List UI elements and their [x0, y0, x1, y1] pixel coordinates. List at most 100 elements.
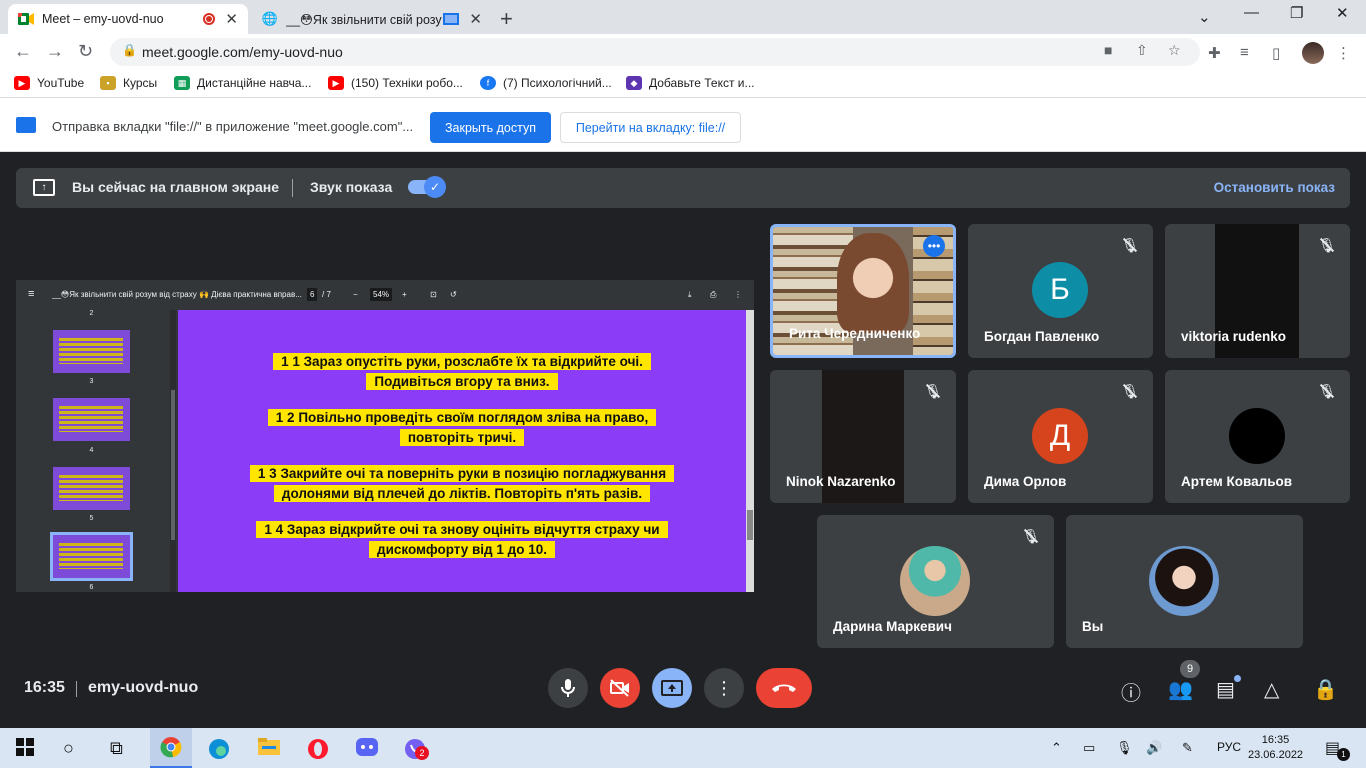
camera-button[interactable] — [600, 668, 640, 708]
show-hidden-icons[interactable]: ⌃ — [1051, 740, 1062, 756]
windows-start-icon[interactable] — [16, 738, 34, 761]
people-icon[interactable]: 👥 — [1168, 677, 1193, 702]
audio-toggle[interactable]: ✓ — [408, 176, 446, 198]
info-icon[interactable]: ⓘ — [1121, 677, 1141, 706]
windows-taskbar: ○ ⧉ 2 ⌃ ▭ 🎙 🔊 ✎ РУС 16:35 23.06.2022 ▤ 1 — [0, 728, 1366, 768]
close-window-button[interactable]: ✕ — [1336, 4, 1349, 22]
close-tab-icon[interactable]: ✕ — [469, 10, 482, 28]
pdf-page: 1 1 Зараз опустіть руки, розслабте їх та… — [178, 310, 746, 592]
battery-icon[interactable]: ▭ — [1083, 740, 1095, 756]
close-tab-icon[interactable]: ✕ — [225, 10, 238, 28]
fit-page-icon[interactable]: ⊡ — [430, 290, 437, 299]
stop-sharing-button[interactable]: Закрыть доступ — [430, 112, 551, 143]
host-controls-icon[interactable]: 🔒 — [1313, 677, 1338, 702]
tab-pdf[interactable]: 🌐 __😳Як звільнити свій розу ✕ — [252, 4, 492, 34]
bookmark-distance[interactable]: ▦ Дистанційне навча... — [174, 76, 311, 90]
zoom-input[interactable]: 54% — [370, 288, 393, 301]
participant-tile[interactable]: 🎙 Дарина Маркевич — [817, 515, 1054, 648]
thumb-label: 4 — [89, 447, 94, 454]
menu-icon[interactable]: ⋮ — [1336, 44, 1351, 62]
participant-tile[interactable]: 🎙 Д Дима Орлов — [968, 370, 1153, 503]
pen-icon[interactable]: ✎ — [1182, 740, 1193, 756]
rotate-icon[interactable]: ↺ — [450, 290, 457, 299]
participant-name: Ninok Nazarenko — [786, 474, 896, 489]
pdf-toolbar: ≡ __😳Як звільнити свій розум від страху … — [16, 280, 754, 310]
share-icon[interactable]: ⇧ — [1136, 42, 1148, 59]
page-input[interactable]: 6 — [307, 288, 318, 301]
youtube-icon: ▶ — [14, 76, 30, 90]
microphone-button[interactable] — [548, 668, 588, 708]
forward-icon[interactable]: → — [46, 41, 64, 62]
mic-tray-icon[interactable]: 🎙 — [1116, 740, 1133, 756]
thumbnail-page-4[interactable] — [53, 398, 130, 441]
thumbnail-page-3[interactable] — [53, 330, 130, 373]
mic-off-icon: 🎙 — [1121, 382, 1139, 399]
tab-title: Meet – emy-uovd-nuo — [42, 12, 164, 26]
hamburger-icon[interactable]: ≡ — [28, 288, 34, 300]
bookmark-add-text[interactable]: ◆ Добавьте Текст и... — [626, 76, 755, 90]
opera-icon[interactable] — [307, 738, 329, 765]
tab-meet[interactable]: Meet – emy-uovd-nuo ✕ — [8, 4, 248, 34]
participant-tile[interactable]: 🎙 Артем Ковальов — [1165, 370, 1350, 503]
activities-icon[interactable]: △ — [1264, 677, 1279, 702]
microphone-icon — [561, 679, 575, 697]
omnibox[interactable]: 🔒 meet.google.com/emy-uovd-nuo ■ ⇧ ☆ — [110, 38, 1200, 66]
chrome-icon[interactable] — [150, 728, 192, 768]
page-scrollbar[interactable] — [746, 310, 754, 592]
avatar: Б — [1032, 262, 1088, 318]
camera-icon[interactable]: ■ — [1104, 42, 1112, 58]
self-tile[interactable]: Вы — [1066, 515, 1303, 648]
minimize-button[interactable]: — — [1244, 4, 1259, 21]
language-indicator[interactable]: РУС — [1217, 740, 1241, 754]
bookmark-techniques[interactable]: ▶ (150) Техніки робо... — [328, 76, 463, 90]
bookmark-courses[interactable]: ▪ Курсы — [100, 76, 157, 90]
zoom-out-icon[interactable]: − — [353, 290, 358, 299]
tab-search-icon[interactable]: ⌄ — [1198, 8, 1211, 26]
go-to-tab-button[interactable]: Перейти на вкладку: file:// — [560, 112, 741, 143]
more-options-icon[interactable]: ••• — [923, 235, 945, 257]
chat-icon[interactable]: ▤ — [1216, 677, 1235, 702]
download-icon[interactable]: ⤓ — [688, 290, 692, 300]
present-button[interactable] — [652, 668, 692, 708]
zoom-in-icon[interactable]: + — [402, 290, 407, 299]
avatar: Д — [1032, 408, 1088, 464]
maximize-button[interactable]: ❐ — [1290, 4, 1303, 22]
media-control-icon[interactable]: ≡ — [1240, 44, 1249, 61]
extensions-icon[interactable]: ✚ — [1208, 44, 1221, 62]
bookmark-star-icon[interactable]: ☆ — [1168, 42, 1181, 59]
file-explorer-icon[interactable] — [258, 738, 280, 761]
participant-tile[interactable]: ••• Рита Чередниченко — [770, 224, 956, 358]
tab-title: __😳Як звільнити свій розу — [286, 12, 442, 27]
print-icon[interactable]: ⎙ — [710, 290, 716, 300]
discord-icon[interactable] — [356, 738, 378, 761]
reload-icon[interactable]: ↻ — [78, 41, 93, 62]
bookmark-youtube[interactable]: ▶ YouTube — [14, 76, 84, 90]
present-screen-icon — [661, 680, 683, 696]
thumbnail-page-6[interactable] — [50, 532, 133, 581]
folder-icon: ▪ — [100, 76, 116, 90]
more-icon[interactable]: ⋮ — [734, 290, 742, 299]
volume-icon[interactable]: 🔊 — [1146, 740, 1162, 756]
side-panel-icon[interactable]: ▯ — [1272, 44, 1280, 62]
present-icon: ↑ — [33, 179, 55, 196]
thumb-label: 3 — [89, 378, 94, 385]
participant-tile[interactable]: 🎙 viktoria rudenko — [1165, 224, 1350, 358]
recording-icon — [203, 13, 216, 25]
profile-avatar[interactable] — [1302, 42, 1324, 64]
taskbar-date: 23.06.2022 — [1248, 749, 1304, 761]
back-icon[interactable]: ← — [14, 41, 32, 62]
thumbnail-scrollbar[interactable] — [170, 310, 176, 592]
bookmark-psych[interactable]: f (7) Психологічний... — [480, 76, 612, 90]
leave-call-button[interactable] — [756, 668, 812, 708]
thumbnail-page-5[interactable] — [53, 467, 130, 510]
participant-tile[interactable]: 🎙 Ninok Nazarenko — [770, 370, 956, 503]
edge-icon[interactable] — [208, 738, 230, 765]
taskbar-clock[interactable]: 16:35 23.06.2022 — [1248, 733, 1303, 763]
search-icon[interactable]: ○ — [63, 738, 74, 759]
stop-presenting-button[interactable]: Остановить показ — [1214, 180, 1335, 195]
new-tab-button[interactable]: + — [500, 6, 513, 32]
task-view-icon[interactable]: ⧉ — [110, 738, 123, 759]
more-options-button[interactable]: ⋮ — [704, 668, 744, 708]
chat-notification-dot — [1234, 675, 1241, 682]
participant-tile[interactable]: 🎙 Б Богдан Павленко — [968, 224, 1153, 358]
